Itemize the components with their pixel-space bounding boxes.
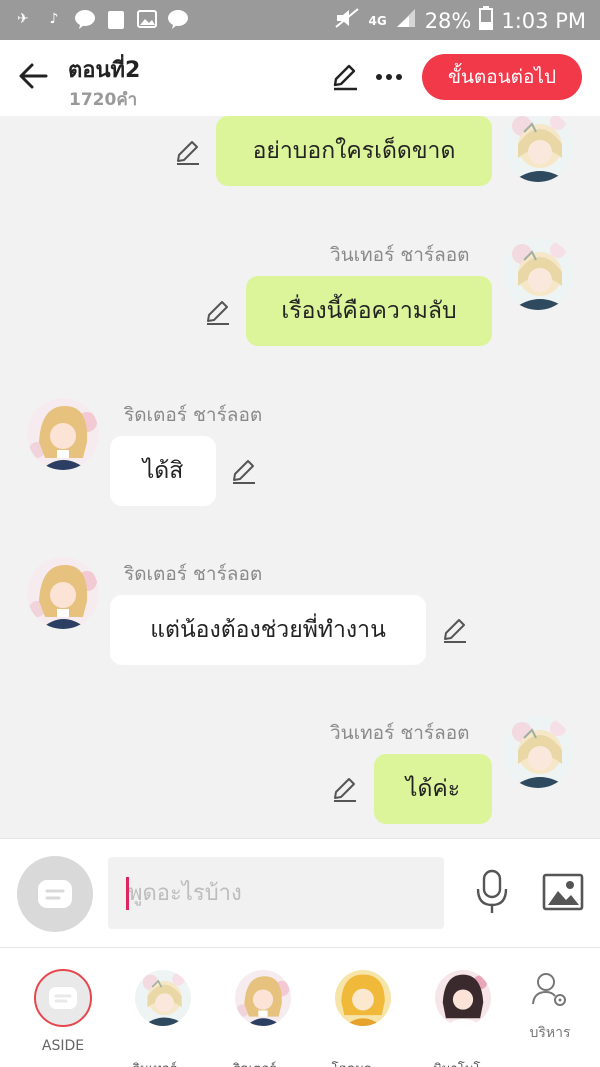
message-bubble[interactable]: อย่าบอกใครเด็ดขาด [216,116,492,186]
battery-percent: 28% [424,8,472,33]
app-notification-icon: ✈ [17,11,29,27]
character-label: วินเทอร์ ... [118,1058,208,1067]
character-label: มินาโมโ... [418,1058,508,1067]
edit-message-button[interactable] [203,298,231,326]
avatar [335,970,391,1026]
character-bar: ASIDE วินเทอร์ ... ริดเตอร์ ... โฮคุมุระ… [0,948,600,1067]
avatar-ritter[interactable] [27,557,99,629]
manage-characters-button[interactable] [530,970,570,1010]
user-settings-icon [532,973,566,1006]
message-bubble[interactable]: เรื่องนี้คือความลับ [246,276,492,346]
character-winter[interactable]: วินเทอร์ ... [118,970,208,1067]
edit-title-button[interactable] [330,62,360,92]
pencil-icon [206,301,230,325]
sender-name: วินเทอร์ ชาร์ลอต [330,244,470,266]
aside-bubble-icon [38,880,72,908]
avatar [435,970,491,1026]
sender-name: วินเทอร์ ชาร์ลอต [330,722,470,744]
character-label: ริดเตอร์ ... [218,1058,308,1067]
notification-icons: ✈ ♪ [12,8,189,30]
edit-message-button[interactable] [173,138,201,166]
back-button[interactable] [16,58,52,94]
arrow-left-icon [19,63,48,89]
more-horizontal-icon [376,74,402,80]
character-hokumura[interactable]: โฮคุมุระ ... [318,970,408,1067]
manage-label: บริหาร [529,1025,571,1041]
pencil-icon [176,141,200,165]
sender-name: ริดเตอร์ ชาร์ลอต [124,563,263,585]
aside-toggle-button[interactable] [17,856,93,932]
character-ritter[interactable]: ริดเตอร์ ... [218,970,308,1067]
aside-label: ASIDE [41,1038,85,1054]
edit-message-button[interactable] [229,457,257,485]
insert-image-button[interactable] [542,873,584,911]
next-step-button[interactable]: ขั้นตอนต่อไป [422,54,582,100]
sender-name: ริดเตอร์ ชาร์ลอต [124,404,263,426]
tiktok-icon: ♪ [49,11,59,27]
character-label: โฮคุมุระ ... [318,1058,408,1067]
avatar-winter[interactable] [502,238,574,310]
edit-message-button[interactable] [440,616,468,644]
status-bar: ✈ ♪ 4G 28% 1:03 PM [0,0,600,40]
recycle-icon [105,8,127,30]
gallery-icon [136,8,158,30]
text-cursor [126,877,129,910]
character-minamo[interactable]: มินาโมโ... [418,970,508,1067]
image-icon [542,873,584,911]
pencil-icon [443,619,467,643]
microphone-icon [476,869,508,913]
message-input[interactable] [108,857,444,929]
pencil-icon [333,778,357,802]
avatar [235,970,291,1026]
line-icon [74,8,96,30]
battery-icon [479,6,494,35]
episode-title: ตอนที่2 [68,58,141,83]
avatar-ritter[interactable] [27,398,99,470]
pencil-icon [333,64,357,91]
signal-icon [395,8,417,33]
aside-character-button[interactable] [34,969,92,1027]
pencil-icon [232,460,256,484]
avatar-winter[interactable] [502,116,574,182]
network-type: 4G [368,13,387,28]
story-header: ตอนที่2 1720คำ ขั้นตอนต่อไป [0,40,600,116]
avatar [135,970,191,1026]
line-icon-2 [167,8,189,30]
more-options-button[interactable] [374,62,404,92]
word-count: 1720คำ [69,90,138,110]
aside-bubble-icon [49,987,77,1009]
message-bubble[interactable]: แต่น้องต้องช่วยพี่ทำงาน [110,595,426,665]
edit-message-button[interactable] [330,775,358,803]
chat-area[interactable]: อย่าบอกใครเด็ดขาด วินเทอร์ ชาร์ลอต เรื่อ… [0,116,600,838]
avatar-winter[interactable] [502,716,574,788]
mute-icon [334,7,360,34]
message-composer [0,838,600,948]
voice-input-button[interactable] [474,869,510,915]
message-bubble[interactable]: ได้ค่ะ [374,754,492,824]
clock: 1:03 PM [501,8,586,33]
system-icons: 4G 28% 1:03 PM [334,6,586,35]
message-bubble[interactable]: ได้สิ [110,436,216,506]
